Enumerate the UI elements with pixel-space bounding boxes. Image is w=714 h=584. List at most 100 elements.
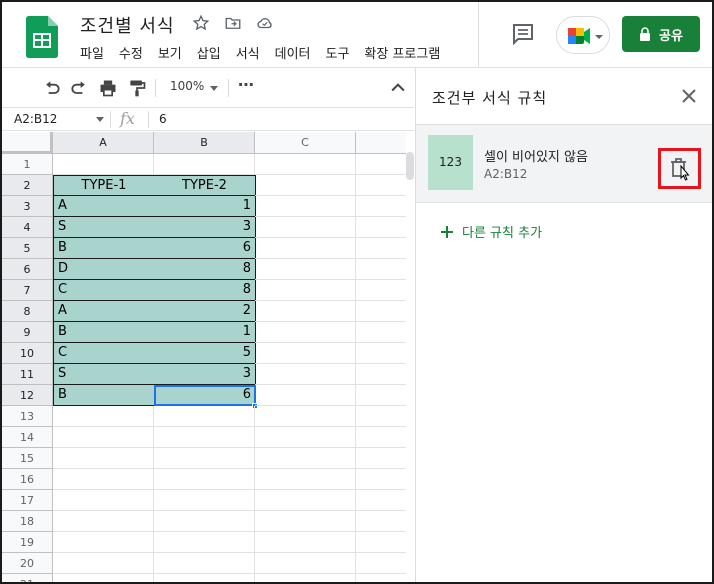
table-cell[interactable]: D: [53, 259, 155, 280]
row-header[interactable]: 20: [2, 553, 53, 574]
row-header[interactable]: 16: [2, 469, 53, 490]
move-folder-icon[interactable]: [224, 14, 242, 32]
table-cell[interactable]: 8: [154, 259, 256, 280]
row-header[interactable]: 8: [2, 301, 53, 322]
print-icon[interactable]: [98, 78, 118, 98]
row-header[interactable]: 5: [2, 238, 53, 259]
menu-tools[interactable]: 도구: [326, 43, 350, 62]
table-cell[interactable]: S: [53, 364, 155, 385]
select-all-corner[interactable]: [2, 132, 53, 154]
column-header-c[interactable]: C: [255, 132, 356, 154]
grid-cell[interactable]: [255, 280, 356, 301]
table-cell[interactable]: A: [53, 301, 155, 322]
collapse-menus-icon[interactable]: [388, 78, 408, 98]
active-cell[interactable]: 6: [154, 385, 256, 406]
row-header[interactable]: 9: [2, 322, 53, 343]
row-header[interactable]: 13: [2, 406, 53, 427]
grid-cell[interactable]: [255, 175, 356, 196]
table-cell[interactable]: 5: [154, 343, 256, 364]
row-header[interactable]: 12: [2, 385, 53, 406]
row-header[interactable]: 4: [2, 217, 53, 238]
row-header[interactable]: 1: [2, 154, 53, 175]
panel-resize-handle[interactable]: [406, 152, 414, 180]
sheets-logo-icon[interactable]: [26, 16, 58, 58]
menu-edit[interactable]: 수정: [119, 43, 143, 62]
column-header-a[interactable]: A: [53, 132, 154, 154]
column-header-d[interactable]: [356, 132, 406, 154]
row-header[interactable]: 2: [2, 175, 53, 196]
row-header[interactable]: 7: [2, 280, 53, 301]
menu-view[interactable]: 보기: [158, 43, 182, 62]
row-header[interactable]: 21: [2, 574, 53, 582]
grid-cell[interactable]: [154, 154, 255, 175]
row-header[interactable]: 11: [2, 364, 53, 385]
zoom-select[interactable]: 100%: [170, 79, 204, 93]
row-header[interactable]: 19: [2, 532, 53, 553]
table-cell[interactable]: C: [53, 343, 155, 364]
row-header[interactable]: 15: [2, 448, 53, 469]
table-header-cell[interactable]: TYPE-2: [154, 175, 256, 196]
row-header[interactable]: 6: [2, 259, 53, 280]
row-header[interactable]: 18: [2, 511, 53, 532]
menu-insert[interactable]: 삽입: [197, 43, 221, 62]
grid-cell[interactable]: [255, 217, 356, 238]
grid-cell[interactable]: [255, 343, 356, 364]
table-cell[interactable]: A: [53, 196, 155, 217]
delete-rule-button[interactable]: [658, 148, 701, 189]
menu-extensions[interactable]: 확장 프로그램: [364, 43, 440, 62]
grid-cell[interactable]: [255, 154, 356, 175]
table-cell[interactable]: 6: [154, 238, 256, 259]
close-icon[interactable]: [680, 87, 698, 105]
share-button[interactable]: 공유: [622, 16, 700, 52]
table-cell[interactable]: 2: [154, 301, 256, 322]
row-header[interactable]: 14: [2, 427, 53, 448]
grid-cell[interactable]: [255, 385, 356, 406]
rule-card[interactable]: 123 셀이 비어있지 않음 A2:B12: [416, 125, 712, 203]
name-box[interactable]: A2:B12: [14, 112, 57, 126]
grid-cell[interactable]: [255, 364, 356, 385]
add-rule-button[interactable]: 다른 규칙 추가: [440, 222, 542, 241]
rule-preview: 123: [428, 135, 473, 190]
menu-data[interactable]: 데이터: [275, 43, 311, 62]
table-cell[interactable]: S: [53, 217, 155, 238]
undo-icon[interactable]: [42, 78, 62, 98]
grid-cell[interactable]: [53, 154, 154, 175]
row-header[interactable]: 10: [2, 343, 53, 364]
zoom-dropdown-icon[interactable]: [208, 82, 220, 94]
grid-cell[interactable]: [356, 154, 406, 175]
row-header[interactable]: 17: [2, 490, 53, 511]
cloud-status-icon[interactable]: [256, 14, 274, 32]
plus-icon: [441, 225, 453, 238]
column-header-b[interactable]: B: [154, 132, 255, 154]
empty-cells-area[interactable]: [53, 406, 406, 582]
grid-cell[interactable]: [255, 196, 356, 217]
table-header-cell[interactable]: TYPE-1: [53, 175, 155, 196]
table-cell[interactable]: C: [53, 280, 155, 301]
table-cell[interactable]: 8: [154, 280, 256, 301]
grid-cell[interactable]: [255, 259, 356, 280]
star-icon[interactable]: [192, 14, 210, 32]
table-cell[interactable]: B: [53, 238, 155, 259]
grid-cell[interactable]: [255, 301, 356, 322]
paint-format-icon[interactable]: [127, 78, 147, 98]
comment-icon[interactable]: [511, 23, 535, 45]
table-cell[interactable]: B: [53, 385, 155, 406]
table-cell[interactable]: 1: [154, 196, 256, 217]
grid-cell[interactable]: [255, 322, 356, 343]
table-cell[interactable]: B: [53, 322, 155, 343]
menu-format[interactable]: 서식: [236, 43, 260, 62]
menu-file[interactable]: 파일: [80, 43, 104, 62]
row-header[interactable]: 3: [2, 196, 53, 217]
formula-bar: A2:B12 fx 6: [2, 107, 414, 131]
table-cell[interactable]: 3: [154, 364, 256, 385]
more-options-icon[interactable]: ⋯: [238, 75, 254, 94]
redo-icon[interactable]: [69, 78, 89, 98]
doc-title[interactable]: 조건별 서식: [80, 12, 175, 38]
table-cell[interactable]: 1: [154, 322, 256, 343]
meet-button[interactable]: [556, 16, 610, 54]
table-cell[interactable]: 3: [154, 217, 256, 238]
name-box-dropdown-icon[interactable]: [96, 117, 104, 122]
empty-cells-area[interactable]: [356, 175, 406, 406]
formula-input[interactable]: 6: [159, 112, 167, 126]
grid-cell[interactable]: [255, 238, 356, 259]
